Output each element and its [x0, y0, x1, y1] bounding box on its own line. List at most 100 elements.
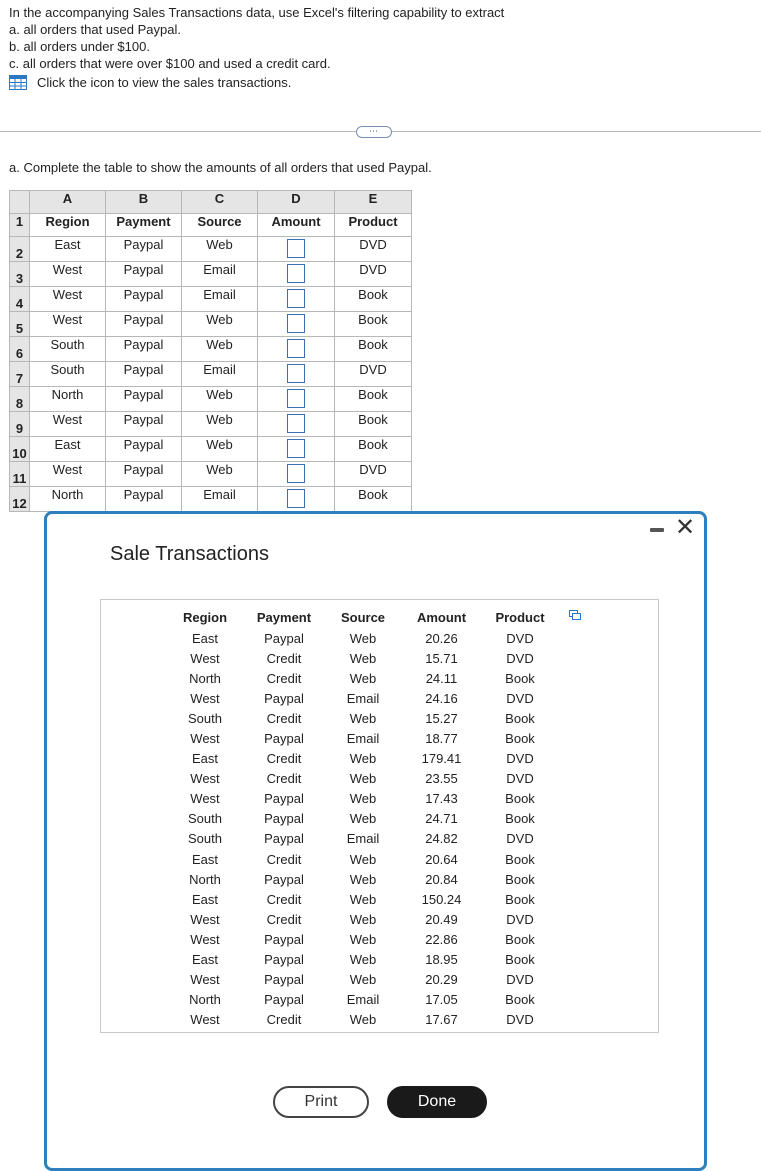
tx-payment: Credit — [266, 650, 302, 666]
tx-payment: Credit — [266, 751, 302, 767]
cell-product: Book — [334, 436, 412, 462]
tx-amount: 15.71 — [425, 650, 458, 666]
tx-region: East — [191, 751, 218, 767]
tx-payment: Paypal — [264, 690, 304, 706]
close-icon[interactable]: ✕ — [675, 516, 695, 540]
tx-source: Web — [349, 871, 377, 887]
cell-region: East — [29, 436, 106, 462]
cell-region: West — [29, 311, 106, 337]
amount-answer-input[interactable] — [287, 264, 305, 283]
tx-amount: 22.86 — [425, 931, 458, 947]
cell-payment: Paypal — [105, 286, 182, 312]
table-row: West Credit Web 20.49 DVD — [175, 909, 550, 929]
tx-product: Book — [505, 992, 535, 1008]
tx-amount: 17.43 — [425, 791, 458, 807]
tx-source: Web — [349, 771, 377, 787]
cell-payment: Paypal — [105, 336, 182, 362]
cell-product: Book — [334, 386, 412, 412]
col-header-source: Source — [340, 609, 386, 625]
spreadsheet-grid-icon[interactable] — [9, 75, 27, 90]
tx-product: DVD — [506, 831, 534, 847]
tx-source: Web — [349, 630, 377, 646]
tx-product: DVD — [506, 751, 534, 767]
cell-product: Book — [334, 336, 412, 362]
tx-source: Email — [346, 831, 380, 847]
cell-product: DVD — [334, 236, 412, 262]
tx-source: Web — [349, 911, 377, 927]
sheet-corner — [9, 190, 30, 214]
row-number: 9 — [9, 411, 30, 437]
instructions: In the accompanying Sales Transactions d… — [9, 4, 504, 91]
cell-amount — [257, 236, 335, 262]
table-row: East Credit Web 20.64 Book — [175, 849, 550, 869]
tx-source: Web — [349, 952, 377, 968]
amount-answer-input[interactable] — [287, 314, 305, 333]
tx-source: Web — [349, 650, 377, 666]
tx-product: Book — [505, 670, 535, 686]
cell-product: DVD — [334, 461, 412, 487]
tx-source: Web — [349, 751, 377, 767]
transactions-panel: Region Payment Source Amount Product Eas… — [100, 599, 659, 1033]
minimize-icon[interactable] — [650, 528, 664, 532]
tx-region: East — [191, 952, 218, 968]
amount-answer-input[interactable] — [287, 414, 305, 433]
tx-region: West — [190, 731, 220, 747]
amount-answer-input[interactable] — [287, 464, 305, 483]
cell-product: Book — [334, 411, 412, 437]
row-number: 2 — [9, 236, 30, 262]
tx-amount: 17.67 — [425, 1012, 458, 1028]
cell-region: West — [29, 286, 106, 312]
amount-answer-input[interactable] — [287, 364, 305, 383]
tx-region: West — [190, 911, 220, 927]
tx-payment: Paypal — [264, 811, 304, 827]
cell-region: North — [29, 486, 106, 512]
expand-button[interactable]: ⋯ — [356, 126, 392, 138]
cell-payment: Paypal — [105, 486, 182, 512]
tx-product: Book — [505, 891, 535, 907]
amount-answer-input[interactable] — [287, 239, 305, 258]
tx-amount: 20.49 — [425, 911, 458, 927]
print-button[interactable]: Print — [273, 1086, 369, 1118]
tx-amount: 150.24 — [421, 891, 462, 907]
tx-amount: 24.71 — [425, 811, 458, 827]
tx-region: East — [191, 851, 218, 867]
amount-answer-input[interactable] — [287, 289, 305, 308]
cell-source: Web — [181, 311, 258, 337]
copy-icon[interactable] — [569, 610, 581, 620]
row-number: 3 — [9, 261, 30, 287]
tx-product: DVD — [506, 911, 534, 927]
amount-answer-input[interactable] — [287, 489, 305, 508]
header-payment: Payment — [105, 213, 182, 237]
instruction-item-b: b. all orders under $100. — [9, 39, 150, 54]
view-data-link-label[interactable]: Click the icon to view the sales transac… — [37, 74, 291, 91]
tx-product: DVD — [506, 972, 534, 988]
column-letter: E — [334, 190, 412, 214]
tx-amount: 24.82 — [425, 831, 458, 847]
row-number: 11 — [9, 461, 30, 487]
sheet-row: 6 South Paypal Web Book — [9, 336, 412, 362]
cell-amount — [257, 461, 335, 487]
amount-answer-input[interactable] — [287, 339, 305, 358]
tx-payment: Paypal — [264, 972, 304, 988]
instruction-item-c: c. all orders that were over $100 and us… — [9, 56, 331, 71]
column-letter: C — [181, 190, 258, 214]
header-region: Region — [29, 213, 106, 237]
tx-region: South — [188, 831, 222, 847]
table-row: West Credit Web 15.71 DVD — [175, 648, 550, 668]
tx-product: Book — [505, 710, 535, 726]
done-button[interactable]: Done — [387, 1086, 487, 1118]
tx-region: West — [190, 690, 220, 706]
cell-source: Web — [181, 336, 258, 362]
tx-payment: Credit — [266, 1012, 302, 1028]
amount-answer-input[interactable] — [287, 439, 305, 458]
row-number: 6 — [9, 336, 30, 362]
cell-source: Email — [181, 261, 258, 287]
tx-source: Web — [349, 1012, 377, 1028]
tx-product: DVD — [506, 771, 534, 787]
amount-answer-input[interactable] — [287, 389, 305, 408]
row-number: 4 — [9, 286, 30, 312]
column-letter: A — [29, 190, 106, 214]
cell-payment: Paypal — [105, 236, 182, 262]
view-data-link[interactable]: Click the icon to view the sales transac… — [9, 74, 504, 91]
cell-payment: Paypal — [105, 411, 182, 437]
